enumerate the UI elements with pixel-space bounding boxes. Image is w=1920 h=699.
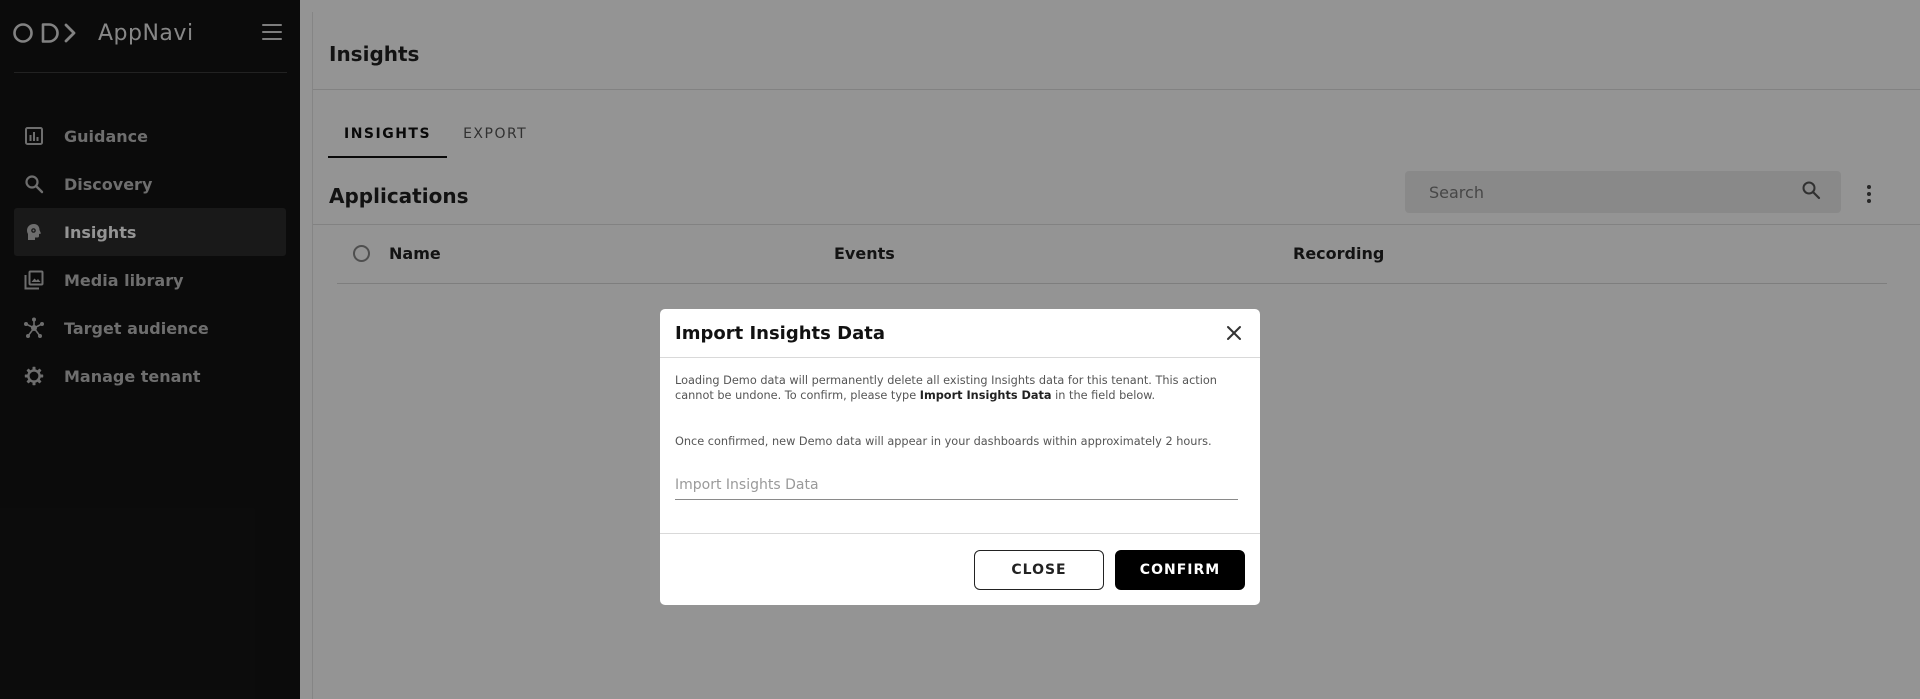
confirm-button[interactable]: CONFIRM bbox=[1115, 550, 1245, 590]
close-icon[interactable] bbox=[1222, 321, 1246, 345]
dialog-title: Import Insights Data bbox=[675, 323, 885, 344]
warning-text-part: in the field below. bbox=[1051, 389, 1156, 402]
dialog-warning-text: Loading Demo data will permanently delet… bbox=[675, 373, 1245, 403]
import-insights-dialog: Import Insights Data Loading Demo data w… bbox=[660, 309, 1260, 605]
divider bbox=[660, 533, 1260, 534]
dialog-info-text: Once confirmed, new Demo data will appea… bbox=[675, 435, 1212, 448]
divider bbox=[660, 357, 1260, 358]
confirmation-input[interactable] bbox=[675, 470, 1238, 500]
close-button[interactable]: CLOSE bbox=[974, 550, 1104, 590]
confirm-phrase: Import Insights Data bbox=[919, 389, 1052, 402]
